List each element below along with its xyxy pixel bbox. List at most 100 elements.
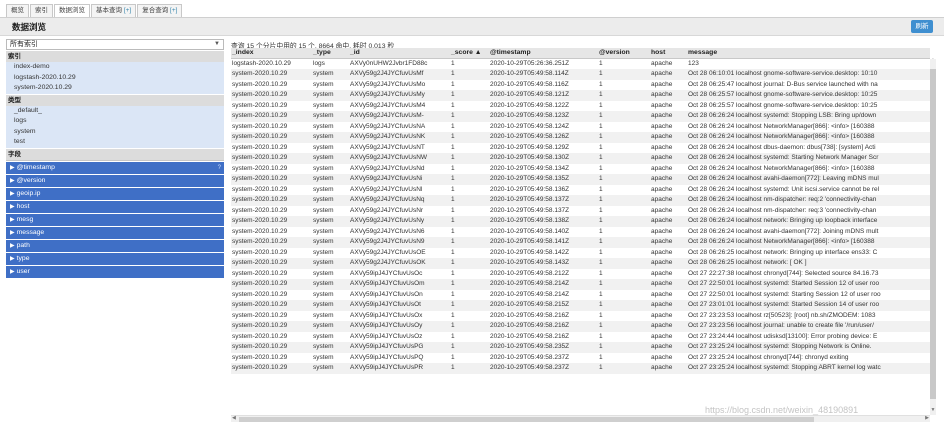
table-row[interactable]: system-2020.10.29 system AXVy59g2J4JYCfuvU… (231, 80, 930, 91)
table-row[interactable]: system-2020.10.29 system AXVy59g2J4JYCfuvU… (231, 185, 930, 196)
tab-add-link[interactable]: [+] (170, 7, 177, 14)
table-row[interactable]: system-2020.10.29 system AXVy59ipJ4JYCfuvU… (231, 290, 930, 301)
column-header[interactable]: _score ▲ (450, 48, 489, 59)
table-row[interactable]: system-2020.10.29 system AXVy59ipJ4JYCfuvU… (231, 300, 930, 311)
sidebar-type-item[interactable]: _default_ (6, 105, 224, 116)
table-cell: AXVy59ipJ4JYCfuvUsPG (349, 342, 450, 353)
scroll-down-icon[interactable]: ▼ (930, 407, 936, 413)
sidebar-field-item[interactable]: ▶ @version (6, 174, 224, 187)
tab-0[interactable]: 概览 (6, 4, 29, 17)
table-row[interactable]: system-2020.10.29 system AXVy59g2J4JYCfuvU… (231, 101, 930, 112)
tab-add-link[interactable]: [+] (124, 7, 131, 14)
sidebar-field-item[interactable]: ▶ geoip.ip (6, 187, 224, 200)
table-row[interactable]: system-2020.10.29 system AXVy59ipJ4JYCfuvU… (231, 353, 930, 364)
question-icon[interactable]: ? (218, 162, 221, 174)
table-row[interactable]: system-2020.10.29 system AXVy59g2J4JYCfuvU… (231, 195, 930, 206)
column-header[interactable]: @version (598, 48, 650, 59)
horizontal-scrollbar[interactable]: ◀ ▶ (231, 415, 930, 422)
table-cell: apache (651, 185, 673, 193)
sidebar-field-item[interactable]: ▶ @timestamp? (6, 161, 224, 174)
table-row[interactable]: system-2020.10.29 system AXVy59g2J4JYCfuvU… (231, 132, 930, 143)
column-header[interactable]: _id (349, 48, 450, 59)
table-row[interactable]: system-2020.10.29 system AXVy59ipJ4JYCfuvU… (231, 279, 930, 290)
table-cell: system (313, 143, 334, 151)
index-select[interactable]: 所有索引 ▼ (6, 39, 224, 50)
column-header[interactable]: message (687, 48, 930, 59)
table-cell: apache (651, 332, 673, 340)
table-row[interactable]: system-2020.10.29 system AXVy59ipJ4JYCfuvU… (231, 311, 930, 322)
sidebar-type-item[interactable]: system (6, 126, 224, 137)
tab-4[interactable]: 复合查询 [+] (137, 4, 183, 17)
table-cell: 1 (450, 69, 489, 80)
sidebar-field-item[interactable]: ▶ message (6, 226, 224, 239)
refresh-button[interactable]: 刷新 (911, 20, 933, 33)
table-cell: Oct 28 06:26:24 localhost avahi-daemon[7… (688, 227, 879, 235)
vertical-scroll-thumb[interactable] (930, 69, 936, 399)
tab-2[interactable]: 数据浏览 (54, 4, 90, 17)
table-cell: apache (650, 69, 687, 80)
type-section-header: 类型 (6, 94, 224, 106)
table-row[interactable]: system-2020.10.29 system AXVy59g2J4JYCfuvU… (231, 153, 930, 164)
table-row[interactable]: system-2020.10.29 system AXVy59g2J4JYCfuvU… (231, 143, 930, 154)
table-cell: 2020-10-29T05:49:58.142Z (490, 248, 570, 256)
table-cell: AXVy59g2J4JYCfuvUsM- (349, 111, 450, 122)
tab-3[interactable]: 基本查询 [+] (91, 4, 137, 17)
sidebar-type-item[interactable]: logs (6, 116, 224, 127)
table-row[interactable]: system-2020.10.29 system AXVy59g2J4JYCfuvU… (231, 122, 930, 133)
column-header[interactable]: host (650, 48, 687, 59)
table-row[interactable]: system-2020.10.29 system AXVy59ipJ4JYCfuvU… (231, 321, 930, 332)
table-row[interactable]: system-2020.10.29 system AXVy59g2J4JYCfuvU… (231, 69, 930, 80)
table-row[interactable]: system-2020.10.29 system AXVy59ipJ4JYCfuvU… (231, 269, 930, 280)
sidebar-index-item[interactable]: system-2020.10.29 (6, 83, 224, 94)
column-header[interactable]: @timestamp (489, 48, 598, 59)
table-row[interactable]: system-2020.10.29 system AXVy59ipJ4JYCfuvU… (231, 363, 930, 374)
sidebar-index-item[interactable]: logstash-2020.10.29 (6, 72, 224, 83)
sidebar-index-item[interactable]: index-demo (6, 62, 224, 73)
table-row[interactable]: system-2020.10.29 system AXVy59g2J4JYCfuvU… (231, 258, 930, 269)
column-header[interactable]: _type (312, 48, 349, 59)
table-row[interactable]: logstash-2020.10.29 logs AXVy0nUHW2Jvbr1FD… (231, 58, 930, 69)
table-row[interactable]: system-2020.10.29 system AXVy59g2J4JYCfuvU… (231, 227, 930, 238)
table-cell: apache (651, 248, 673, 256)
table-cell: 1 (450, 58, 489, 69)
table-cell: apache (650, 90, 687, 101)
scroll-right-icon[interactable]: ▶ (925, 415, 929, 421)
column-header[interactable]: _index (231, 48, 312, 59)
table-row[interactable]: system-2020.10.29 system AXVy59g2J4JYCfuvU… (231, 174, 930, 185)
table-row[interactable]: system-2020.10.29 system AXVy59g2J4JYCfuvU… (231, 206, 930, 217)
table-row[interactable]: system-2020.10.29 system AXVy59ipJ4JYCfuvU… (231, 332, 930, 343)
table-row[interactable]: system-2020.10.29 system AXVy59g2J4JYCfuvU… (231, 90, 930, 101)
table-cell: system (313, 164, 334, 172)
vertical-scrollbar[interactable] (930, 59, 936, 415)
table-cell: system-2020.10.29 (232, 227, 288, 235)
sidebar-field-item[interactable]: ▶ type (6, 252, 224, 265)
sidebar-field-item[interactable]: ▶ mesg (6, 213, 224, 226)
table-cell: AXVy59ipJ4JYCfuvUsOz (350, 332, 423, 340)
sidebar-field-item[interactable]: ▶ path (6, 239, 224, 252)
table-cell: system-2020.10.29 (232, 185, 288, 193)
table-cell: system-2020.10.29 (231, 132, 312, 143)
table-cell: Oct 27 23:25:24 localhost systemd: Stopp… (687, 342, 930, 353)
field-label: type (16, 254, 30, 262)
sidebar-field-item[interactable]: ▶ host (6, 200, 224, 213)
table-cell: system-2020.10.29 (231, 153, 312, 164)
sidebar-type-item[interactable]: test (6, 137, 224, 148)
table-cell: Oct 28 06:10:01 localhost gnome-software… (687, 69, 930, 80)
table-row[interactable]: system-2020.10.29 system AXVy59g2J4JYCfuvU… (231, 237, 930, 248)
table-cell: apache (650, 216, 687, 227)
table-cell: 1 (450, 363, 489, 374)
table-cell: system (312, 363, 349, 374)
tab-1[interactable]: 索引 (30, 4, 53, 17)
tab-label: 复合查询 (142, 7, 171, 14)
field-label: host (16, 202, 30, 210)
horizontal-scroll-thumb[interactable] (239, 417, 814, 422)
table-cell: 1 (450, 90, 489, 101)
sidebar-field-item[interactable]: ▶ user (6, 265, 224, 278)
table-row[interactable]: system-2020.10.29 system AXVy59g2J4JYCfuvU… (231, 248, 930, 259)
table-cell: system (312, 111, 349, 122)
table-row[interactable]: system-2020.10.29 system AXVy59ipJ4JYCfuvU… (231, 342, 930, 353)
table-row[interactable]: system-2020.10.29 system AXVy59g2J4JYCfuvU… (231, 216, 930, 227)
scroll-left-icon[interactable]: ◀ (232, 415, 236, 421)
table-row[interactable]: system-2020.10.29 system AXVy59g2J4JYCfuvU… (231, 111, 930, 122)
table-row[interactable]: system-2020.10.29 system AXVy59g2J4JYCfuvU… (231, 164, 930, 175)
